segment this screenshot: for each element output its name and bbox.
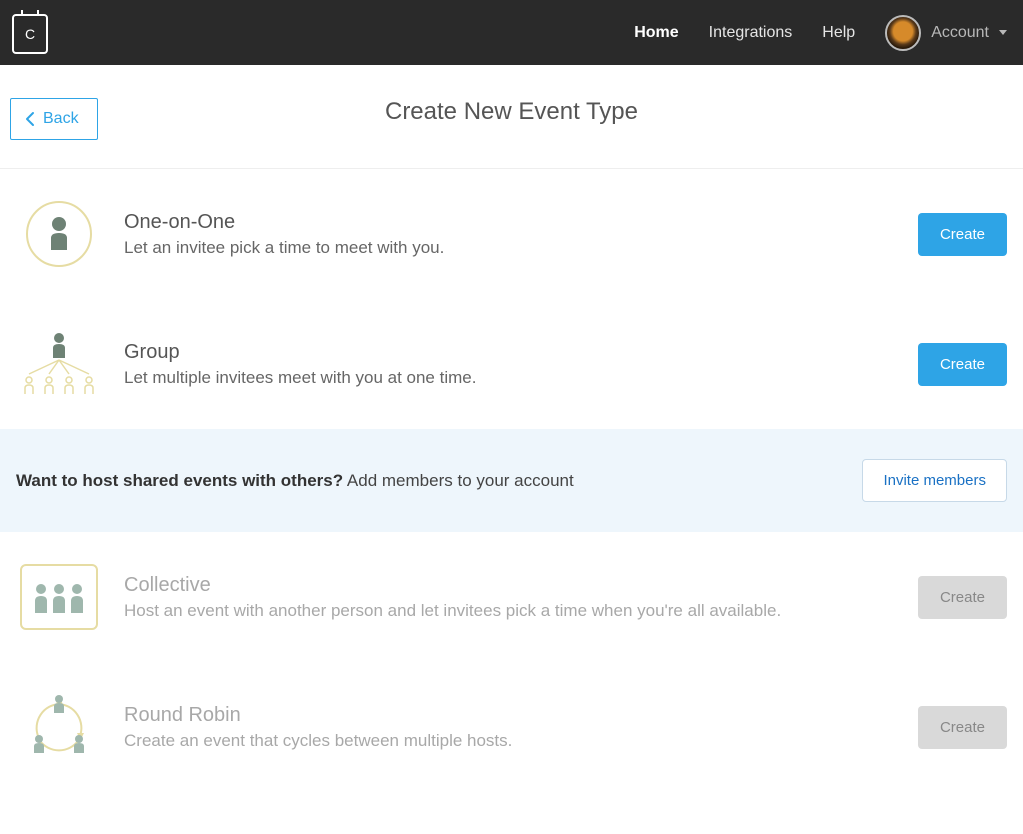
- app-logo[interactable]: C: [12, 14, 48, 54]
- account-menu[interactable]: Account: [885, 15, 1007, 51]
- page-title: Create New Event Type: [10, 98, 1013, 126]
- event-title: Collective: [124, 574, 898, 597]
- nav-integrations[interactable]: Integrations: [709, 24, 793, 42]
- top-nav: Home Integrations Help Account: [634, 15, 1007, 51]
- event-title: Round Robin: [124, 704, 898, 727]
- chevron-down-icon: [999, 30, 1007, 35]
- logo-letter: C: [25, 26, 35, 42]
- one-on-one-icon: [14, 199, 104, 269]
- chevron-left-icon: [25, 111, 35, 127]
- event-desc: Create an event that cycles between mult…: [124, 731, 898, 751]
- event-desc: Host an event with another person and le…: [124, 601, 898, 621]
- banner-text: Want to host shared events with others? …: [16, 471, 574, 491]
- nav-help[interactable]: Help: [822, 24, 855, 42]
- back-button[interactable]: Back: [10, 98, 98, 140]
- event-type-group: Group Let multiple invitees meet with yo…: [0, 299, 1023, 429]
- create-collective-button: Create: [918, 576, 1007, 619]
- event-type-collective: Collective Host an event with another pe…: [0, 532, 1023, 662]
- nav-home[interactable]: Home: [634, 24, 678, 42]
- banner-strong: Want to host shared events with others?: [16, 471, 343, 490]
- event-title: Group: [124, 341, 898, 364]
- group-icon: [14, 329, 104, 399]
- round-robin-icon: [14, 692, 104, 762]
- create-round-robin-button: Create: [918, 706, 1007, 749]
- event-desc: Let multiple invitees meet with you at o…: [124, 368, 898, 388]
- banner-rest: Add members to your account: [343, 471, 574, 490]
- create-group-button[interactable]: Create: [918, 343, 1007, 386]
- event-title: One-on-One: [124, 211, 898, 234]
- create-one-on-one-button[interactable]: Create: [918, 213, 1007, 256]
- collective-icon: [14, 562, 104, 632]
- invite-members-button[interactable]: Invite members: [862, 459, 1007, 502]
- avatar: [885, 15, 921, 51]
- account-label: Account: [931, 24, 989, 42]
- event-desc: Let an invitee pick a time to meet with …: [124, 238, 898, 258]
- event-type-round-robin: Round Robin Create an event that cycles …: [0, 662, 1023, 792]
- back-label: Back: [43, 110, 79, 128]
- shared-events-banner: Want to host shared events with others? …: [0, 429, 1023, 532]
- event-type-one-on-one: One-on-One Let an invitee pick a time to…: [0, 169, 1023, 299]
